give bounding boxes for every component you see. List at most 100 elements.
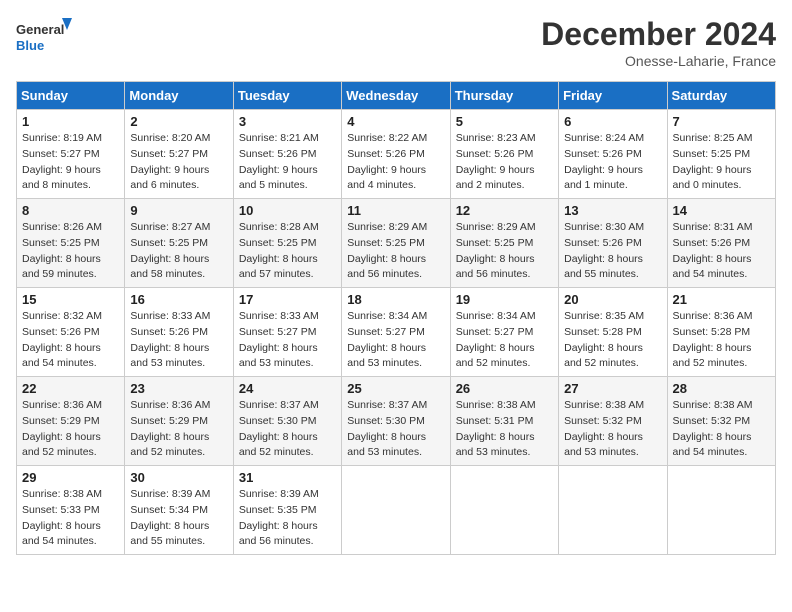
day-info: Sunrise: 8:25 AM Sunset: 5:25 PM Dayligh… bbox=[673, 131, 770, 194]
day-number: 18 bbox=[347, 292, 444, 307]
day-info: Sunrise: 8:29 AM Sunset: 5:25 PM Dayligh… bbox=[347, 220, 444, 283]
calendar-cell: 20 Sunrise: 8:35 AM Sunset: 5:28 PM Dayli… bbox=[559, 288, 667, 377]
day-number: 21 bbox=[673, 292, 770, 307]
calendar-cell: 31 Sunrise: 8:39 AM Sunset: 5:35 PM Dayli… bbox=[233, 466, 341, 555]
day-info: Sunrise: 8:33 AM Sunset: 5:27 PM Dayligh… bbox=[239, 309, 336, 372]
page-header: General Blue December 2024 Onesse-Lahari… bbox=[16, 16, 776, 69]
day-number: 31 bbox=[239, 470, 336, 485]
title-block: December 2024 Onesse-Laharie, France bbox=[541, 16, 776, 69]
day-info: Sunrise: 8:21 AM Sunset: 5:26 PM Dayligh… bbox=[239, 131, 336, 194]
day-info: Sunrise: 8:24 AM Sunset: 5:26 PM Dayligh… bbox=[564, 131, 661, 194]
day-info: Sunrise: 8:20 AM Sunset: 5:27 PM Dayligh… bbox=[130, 131, 227, 194]
column-header-tuesday: Tuesday bbox=[233, 82, 341, 110]
calendar-cell: 4Sunrise: 8:22 AM Sunset: 5:26 PM Daylig… bbox=[342, 110, 450, 199]
day-info: Sunrise: 8:19 AM Sunset: 5:27 PM Dayligh… bbox=[22, 131, 119, 194]
calendar-cell: 16 Sunrise: 8:33 AM Sunset: 5:26 PM Dayli… bbox=[125, 288, 233, 377]
calendar-cell: 14 Sunrise: 8:31 AM Sunset: 5:26 PM Dayli… bbox=[667, 199, 775, 288]
calendar-cell: 24Sunrise: 8:37 AM Sunset: 5:30 PM Dayli… bbox=[233, 377, 341, 466]
day-number: 5 bbox=[456, 114, 553, 129]
calendar-cell: 17 Sunrise: 8:33 AM Sunset: 5:27 PM Dayli… bbox=[233, 288, 341, 377]
calendar-cell: 7Sunrise: 8:25 AM Sunset: 5:25 PM Daylig… bbox=[667, 110, 775, 199]
day-number: 1 bbox=[22, 114, 119, 129]
calendar-cell bbox=[450, 466, 558, 555]
day-info: Sunrise: 8:38 AM Sunset: 5:32 PM Dayligh… bbox=[673, 398, 770, 461]
calendar-cell: 1 Sunrise: 8:19 AM Sunset: 5:27 PM Daylig… bbox=[17, 110, 125, 199]
day-number: 12 bbox=[456, 203, 553, 218]
calendar-cell: 2 Sunrise: 8:20 AM Sunset: 5:27 PM Daylig… bbox=[125, 110, 233, 199]
day-info: Sunrise: 8:33 AM Sunset: 5:26 PM Dayligh… bbox=[130, 309, 227, 372]
day-number: 28 bbox=[673, 381, 770, 396]
calendar-cell: 9Sunrise: 8:27 AM Sunset: 5:25 PM Daylig… bbox=[125, 199, 233, 288]
calendar-cell: 5 Sunrise: 8:23 AM Sunset: 5:26 PM Daylig… bbox=[450, 110, 558, 199]
page-subtitle: Onesse-Laharie, France bbox=[541, 53, 776, 69]
column-header-saturday: Saturday bbox=[667, 82, 775, 110]
calendar-week-row: 1 Sunrise: 8:19 AM Sunset: 5:27 PM Daylig… bbox=[17, 110, 776, 199]
calendar-cell bbox=[559, 466, 667, 555]
calendar-cell: 11 Sunrise: 8:29 AM Sunset: 5:25 PM Dayli… bbox=[342, 199, 450, 288]
calendar-cell: 12 Sunrise: 8:29 AM Sunset: 5:25 PM Dayli… bbox=[450, 199, 558, 288]
day-number: 17 bbox=[239, 292, 336, 307]
day-number: 14 bbox=[673, 203, 770, 218]
day-info: Sunrise: 8:31 AM Sunset: 5:26 PM Dayligh… bbox=[673, 220, 770, 283]
day-number: 6 bbox=[564, 114, 661, 129]
day-info: Sunrise: 8:26 AM Sunset: 5:25 PM Dayligh… bbox=[22, 220, 119, 283]
day-info: Sunrise: 8:35 AM Sunset: 5:28 PM Dayligh… bbox=[564, 309, 661, 372]
day-number: 30 bbox=[130, 470, 227, 485]
day-info: Sunrise: 8:39 AM Sunset: 5:34 PM Dayligh… bbox=[130, 487, 227, 550]
day-info: Sunrise: 8:34 AM Sunset: 5:27 PM Dayligh… bbox=[347, 309, 444, 372]
day-info: Sunrise: 8:38 AM Sunset: 5:31 PM Dayligh… bbox=[456, 398, 553, 461]
calendar-week-row: 15 Sunrise: 8:32 AM Sunset: 5:26 PM Dayli… bbox=[17, 288, 776, 377]
calendar-cell: 27Sunrise: 8:38 AM Sunset: 5:32 PM Dayli… bbox=[559, 377, 667, 466]
day-number: 15 bbox=[22, 292, 119, 307]
day-info: Sunrise: 8:36 AM Sunset: 5:29 PM Dayligh… bbox=[22, 398, 119, 461]
calendar-cell: 18 Sunrise: 8:34 AM Sunset: 5:27 PM Dayli… bbox=[342, 288, 450, 377]
calendar-cell: 21 Sunrise: 8:36 AM Sunset: 5:28 PM Dayli… bbox=[667, 288, 775, 377]
svg-text:Blue: Blue bbox=[16, 38, 44, 53]
day-number: 20 bbox=[564, 292, 661, 307]
day-number: 19 bbox=[456, 292, 553, 307]
calendar-cell: 22 Sunrise: 8:36 AM Sunset: 5:29 PM Dayli… bbox=[17, 377, 125, 466]
day-info: Sunrise: 8:29 AM Sunset: 5:25 PM Dayligh… bbox=[456, 220, 553, 283]
day-number: 13 bbox=[564, 203, 661, 218]
day-info: Sunrise: 8:39 AM Sunset: 5:35 PM Dayligh… bbox=[239, 487, 336, 550]
calendar-cell: 30 Sunrise: 8:39 AM Sunset: 5:34 PM Dayli… bbox=[125, 466, 233, 555]
day-info: Sunrise: 8:23 AM Sunset: 5:26 PM Dayligh… bbox=[456, 131, 553, 194]
day-number: 9 bbox=[130, 203, 227, 218]
day-number: 26 bbox=[456, 381, 553, 396]
column-header-wednesday: Wednesday bbox=[342, 82, 450, 110]
day-number: 11 bbox=[347, 203, 444, 218]
logo: General Blue bbox=[16, 16, 76, 60]
calendar-cell: 13 Sunrise: 8:30 AM Sunset: 5:26 PM Dayli… bbox=[559, 199, 667, 288]
calendar-cell: 19 Sunrise: 8:34 AM Sunset: 5:27 PM Dayli… bbox=[450, 288, 558, 377]
day-number: 8 bbox=[22, 203, 119, 218]
day-number: 10 bbox=[239, 203, 336, 218]
calendar-cell: 15 Sunrise: 8:32 AM Sunset: 5:26 PM Dayli… bbox=[17, 288, 125, 377]
calendar-cell bbox=[342, 466, 450, 555]
day-number: 25 bbox=[347, 381, 444, 396]
day-info: Sunrise: 8:38 AM Sunset: 5:33 PM Dayligh… bbox=[22, 487, 119, 550]
day-number: 2 bbox=[130, 114, 227, 129]
logo-svg: General Blue bbox=[16, 16, 76, 60]
column-header-sunday: Sunday bbox=[17, 82, 125, 110]
day-info: Sunrise: 8:38 AM Sunset: 5:32 PM Dayligh… bbox=[564, 398, 661, 461]
calendar-header-row: SundayMondayTuesdayWednesdayThursdayFrid… bbox=[17, 82, 776, 110]
calendar-cell: 25Sunrise: 8:37 AM Sunset: 5:30 PM Dayli… bbox=[342, 377, 450, 466]
day-info: Sunrise: 8:34 AM Sunset: 5:27 PM Dayligh… bbox=[456, 309, 553, 372]
day-info: Sunrise: 8:28 AM Sunset: 5:25 PM Dayligh… bbox=[239, 220, 336, 283]
day-number: 16 bbox=[130, 292, 227, 307]
calendar-cell: 8 Sunrise: 8:26 AM Sunset: 5:25 PM Daylig… bbox=[17, 199, 125, 288]
day-number: 22 bbox=[22, 381, 119, 396]
calendar-table: SundayMondayTuesdayWednesdayThursdayFrid… bbox=[16, 81, 776, 555]
day-info: Sunrise: 8:32 AM Sunset: 5:26 PM Dayligh… bbox=[22, 309, 119, 372]
svg-text:General: General bbox=[16, 22, 64, 37]
day-info: Sunrise: 8:30 AM Sunset: 5:26 PM Dayligh… bbox=[564, 220, 661, 283]
calendar-cell bbox=[667, 466, 775, 555]
calendar-week-row: 8 Sunrise: 8:26 AM Sunset: 5:25 PM Daylig… bbox=[17, 199, 776, 288]
calendar-week-row: 22 Sunrise: 8:36 AM Sunset: 5:29 PM Dayli… bbox=[17, 377, 776, 466]
column-header-thursday: Thursday bbox=[450, 82, 558, 110]
column-header-monday: Monday bbox=[125, 82, 233, 110]
day-number: 4 bbox=[347, 114, 444, 129]
day-info: Sunrise: 8:36 AM Sunset: 5:28 PM Dayligh… bbox=[673, 309, 770, 372]
day-number: 23 bbox=[130, 381, 227, 396]
calendar-cell: 23Sunrise: 8:36 AM Sunset: 5:29 PM Dayli… bbox=[125, 377, 233, 466]
